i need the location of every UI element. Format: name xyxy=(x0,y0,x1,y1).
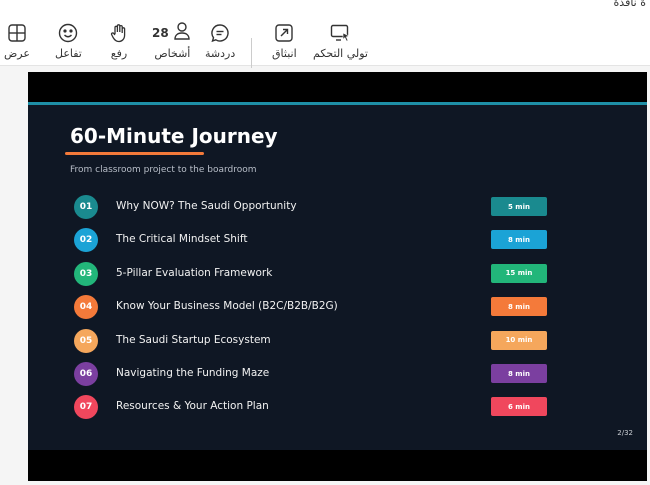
smiley-icon xyxy=(57,22,79,44)
agenda-number-badge: 04 xyxy=(74,295,98,320)
agenda-number-badge: 07 xyxy=(74,395,98,420)
chat-button[interactable]: دردشة xyxy=(205,22,235,60)
slide-title: 60-Minute Journey xyxy=(70,124,278,148)
duration-badge: 10 min xyxy=(491,330,547,350)
duration-badge: 5 min xyxy=(491,197,547,216)
grid-icon xyxy=(6,22,28,44)
slide-page-number: 2/32 xyxy=(617,429,633,437)
person-icon xyxy=(171,20,193,46)
slide-accent-bar xyxy=(28,102,647,105)
react-button[interactable]: تفاعل xyxy=(55,22,82,60)
agenda-item: 04 Know Your Business Model (B2C/B2B/B2G)… xyxy=(74,295,554,320)
react-label: تفاعل xyxy=(55,47,82,60)
people-icon-row: 28 xyxy=(152,22,193,44)
agenda-number-badge: 03 xyxy=(74,261,98,286)
take-control-button[interactable]: تولي التحكم xyxy=(313,22,368,60)
agenda-number-badge: 06 xyxy=(74,362,98,386)
people-count: 28 xyxy=(152,26,169,40)
view-label: عرض xyxy=(4,47,30,60)
pop-out-icon xyxy=(273,22,295,44)
agenda-item: 02 The Critical Mindset Shift 8 min xyxy=(74,228,554,253)
raise-hand-button[interactable]: رفع xyxy=(108,22,130,60)
view-button[interactable]: عرض xyxy=(4,22,30,60)
toolbar-divider xyxy=(251,38,252,68)
agenda-item: 06 Navigating the Funding Maze 8 min xyxy=(74,362,554,386)
window-title: ة نافذة xyxy=(613,0,646,9)
slide-subtitle: From classroom project to the boardroom xyxy=(70,165,257,175)
duration-badge: 8 min xyxy=(491,364,547,383)
pop-out-button[interactable]: انبثاق xyxy=(272,22,297,60)
agenda-item-label: Why NOW? The Saudi Opportunity xyxy=(116,200,297,212)
duration-badge: 6 min xyxy=(491,397,547,417)
screen-pointer-icon xyxy=(329,22,351,44)
agenda-item-label: Know Your Business Model (B2C/B2B/B2G) xyxy=(116,300,338,313)
agenda-item: 03 5-Pillar Evaluation Framework 15 min xyxy=(74,261,554,286)
people-button[interactable]: 28 أشخاص xyxy=(152,22,193,60)
window-titlebar: ة نافذة xyxy=(0,0,650,14)
agenda-item-label: The Saudi Startup Ecosystem xyxy=(116,333,271,346)
raise-label: رفع xyxy=(110,47,128,60)
agenda-item-label: Resources & Your Action Plan xyxy=(116,400,269,413)
agenda-number-badge: 05 xyxy=(74,328,98,353)
title-underline xyxy=(65,152,204,155)
meeting-toolbar: عرض تفاعل رفع 28 أشخاص دردشة انبثاق تولي… xyxy=(0,14,650,68)
duration-badge: 15 min xyxy=(491,263,547,283)
agenda-item-label: The Critical Mindset Shift xyxy=(116,233,248,246)
agenda-number-badge: 01 xyxy=(74,195,98,219)
presentation-slide: 60-Minute Journey From classroom project… xyxy=(28,102,647,450)
duration-badge: 8 min xyxy=(491,230,547,250)
chat-bubble-icon xyxy=(209,22,231,44)
raised-hand-icon xyxy=(108,22,130,44)
people-label: أشخاص xyxy=(154,47,191,60)
pop-out-label: انبثاق xyxy=(272,47,297,60)
duration-badge: 8 min xyxy=(491,297,547,317)
agenda-item-label: Navigating the Funding Maze xyxy=(116,367,270,379)
agenda-item-label: 5-Pillar Evaluation Framework xyxy=(116,266,273,279)
agenda-item: 05 The Saudi Startup Ecosystem 10 min xyxy=(74,328,554,353)
chat-label: دردشة xyxy=(205,47,236,60)
agenda-item: 01 Why NOW? The Saudi Opportunity 5 min xyxy=(74,195,554,219)
agenda-item: 07 Resources & Your Action Plan 6 min xyxy=(74,395,554,420)
agenda-number-badge: 02 xyxy=(74,228,98,253)
shared-screen-stage: 60-Minute Journey From classroom project… xyxy=(28,72,647,481)
take-control-label: تولي التحكم xyxy=(313,47,368,60)
